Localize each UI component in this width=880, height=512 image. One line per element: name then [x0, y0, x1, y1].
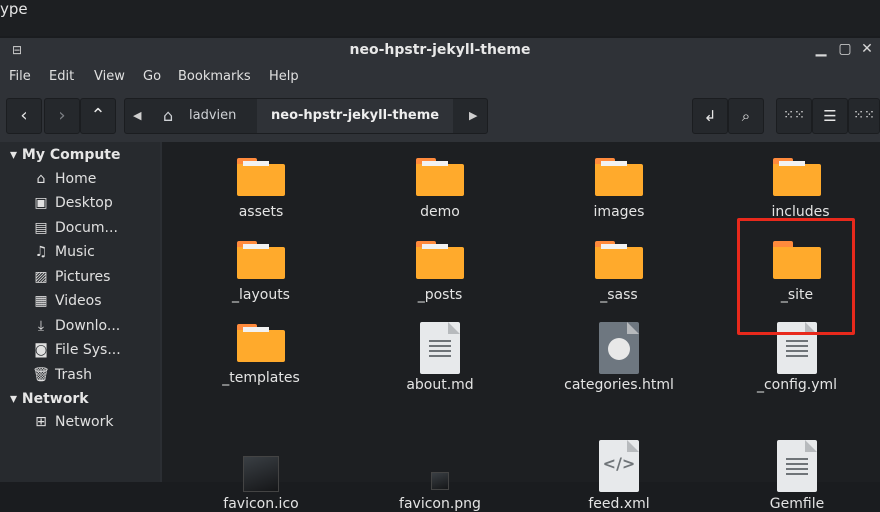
toolbar: ‹ › ⌃ ◀ ⌂ ladvien neo-hpstr-jekyll-theme…: [0, 90, 880, 142]
search-icon: ⌕: [741, 107, 751, 125]
menu-help[interactable]: Help: [269, 69, 299, 84]
sidebar-section-network[interactable]: ▾ Network: [10, 391, 89, 407]
file-posts[interactable]: _posts: [360, 241, 520, 303]
sidebar-item-pictures[interactable]: ▨ Pictures: [32, 269, 158, 285]
list-view-button[interactable]: ☰: [812, 98, 848, 134]
file-assets[interactable]: assets: [181, 158, 341, 220]
forward-button[interactable]: ›: [44, 98, 80, 134]
minimize-icon[interactable]: ▁: [812, 41, 830, 57]
filesystem-icon: ◙: [34, 342, 48, 358]
image-thumbnail-icon: [243, 456, 279, 492]
folder-icon: [595, 158, 643, 196]
file-gemfile[interactable]: Gemfile: [717, 440, 877, 512]
file-favicon-ico[interactable]: favicon.ico: [181, 456, 341, 512]
trash-icon: 🗑: [32, 367, 50, 383]
title-bar: ⊟ neo-hpstr-jekyll-theme ▁ ▢ ✕: [0, 38, 880, 64]
location-toggle-button[interactable]: ↲: [692, 98, 728, 134]
menu-view[interactable]: View: [94, 69, 125, 84]
folder-icon: [595, 241, 643, 279]
chevron-up-icon: ⌃: [90, 105, 106, 126]
annotation-highlight-box: [737, 218, 855, 335]
file-images[interactable]: images: [539, 158, 699, 220]
document-icon: [420, 322, 460, 374]
folder-icon: [237, 158, 285, 196]
location-icon: ↲: [703, 107, 717, 125]
chevron-right-icon: ›: [58, 105, 66, 126]
compact-view-button[interactable]: ⁙⁙: [848, 98, 880, 134]
top-strip-text: ype: [0, 0, 28, 18]
sidebar-item-videos[interactable]: ▦ Videos: [32, 293, 158, 309]
documents-icon: ▤: [34, 220, 48, 236]
file-templates[interactable]: _templates: [181, 324, 341, 386]
folder-icon: [416, 241, 464, 279]
compact-grid-icon: ⁙⁙: [853, 108, 875, 123]
sidebar-item-music[interactable]: ♫ Music: [32, 244, 158, 260]
breadcrumb-scroll-left-icon[interactable]: ◀: [133, 99, 141, 133]
window-title: neo-hpstr-jekyll-theme: [349, 42, 531, 58]
search-button[interactable]: ⌕: [728, 98, 764, 134]
chevron-left-icon: ‹: [20, 105, 28, 126]
downloads-icon: ⤓: [37, 318, 45, 334]
folder-icon: [237, 324, 285, 362]
folder-icon: [773, 158, 821, 196]
sidebar-item-home[interactable]: ⌂ Home: [32, 171, 158, 187]
menu-bookmarks[interactable]: Bookmarks: [178, 69, 251, 84]
sidebar-item-downloads[interactable]: ⤓ Downlo...: [32, 318, 158, 334]
top-strip: ype: [0, 0, 880, 36]
breadcrumb-current[interactable]: neo-hpstr-jekyll-theme: [257, 99, 454, 133]
breadcrumb-ladvien[interactable]: ladvien: [189, 99, 236, 133]
xml-file-icon: </>: [599, 440, 639, 492]
back-button[interactable]: ‹: [6, 98, 42, 134]
document-icon: [777, 440, 817, 492]
file-categories-html[interactable]: categories.html: [539, 322, 699, 393]
menu-bar: File Edit View Go Bookmarks Help: [0, 64, 880, 90]
file-layouts[interactable]: _layouts: [181, 241, 341, 303]
breadcrumb-scroll-right-icon[interactable]: ▶: [469, 99, 477, 133]
pictures-icon: ▨: [34, 269, 48, 285]
html-file-icon: [599, 322, 639, 374]
file-feed-xml[interactable]: </> feed.xml: [539, 440, 699, 512]
file-includes[interactable]: _includes: [717, 158, 877, 220]
menu-file[interactable]: File: [9, 69, 31, 84]
close-icon[interactable]: ✕: [858, 41, 876, 57]
sidebar-section-my-computer[interactable]: ▾ My Compute: [10, 147, 121, 163]
desktop-icon: ▣: [34, 195, 48, 211]
file-demo[interactable]: demo: [360, 158, 520, 220]
sidebar-item-network[interactable]: ⊞ Network: [32, 414, 158, 430]
image-thumbnail-icon: [431, 472, 449, 490]
home-icon[interactable]: ⌂: [163, 99, 173, 133]
sidebar-item-documents[interactable]: ▤ Docum...: [32, 220, 158, 236]
menu-edit[interactable]: Edit: [49, 69, 74, 84]
file-favicon-png[interactable]: favicon.png: [360, 472, 520, 512]
grid-icon: ⁙⁙: [783, 108, 805, 123]
breadcrumb: ◀ ⌂ ladvien neo-hpstr-jekyll-theme ▶: [124, 98, 488, 134]
videos-icon: ▦: [34, 293, 48, 309]
up-button[interactable]: ⌃: [80, 98, 116, 134]
sidebar-item-trash[interactable]: 🗑 Trash: [32, 367, 158, 383]
home-icon: ⌂: [36, 171, 46, 187]
list-icon: ☰: [823, 107, 837, 125]
music-icon: ♫: [34, 244, 48, 260]
file-sass[interactable]: _sass: [539, 241, 699, 303]
folder-icon: [237, 241, 285, 279]
sidebar-item-filesystem[interactable]: ◙ File Sys...: [32, 342, 158, 358]
folder-icon: [416, 158, 464, 196]
sidebar: ▾ My Compute ⌂ Home ▣ Desktop ▤ Docum... ♫ M…: [0, 142, 160, 482]
icon-view-button[interactable]: ⁙⁙: [776, 98, 812, 134]
maximize-icon[interactable]: ▢: [836, 41, 854, 57]
sidebar-item-desktop[interactable]: ▣ Desktop: [32, 195, 158, 211]
file-about-md[interactable]: about.md: [360, 322, 520, 393]
menu-go[interactable]: Go: [143, 69, 161, 84]
network-icon: ⊞: [35, 414, 47, 430]
